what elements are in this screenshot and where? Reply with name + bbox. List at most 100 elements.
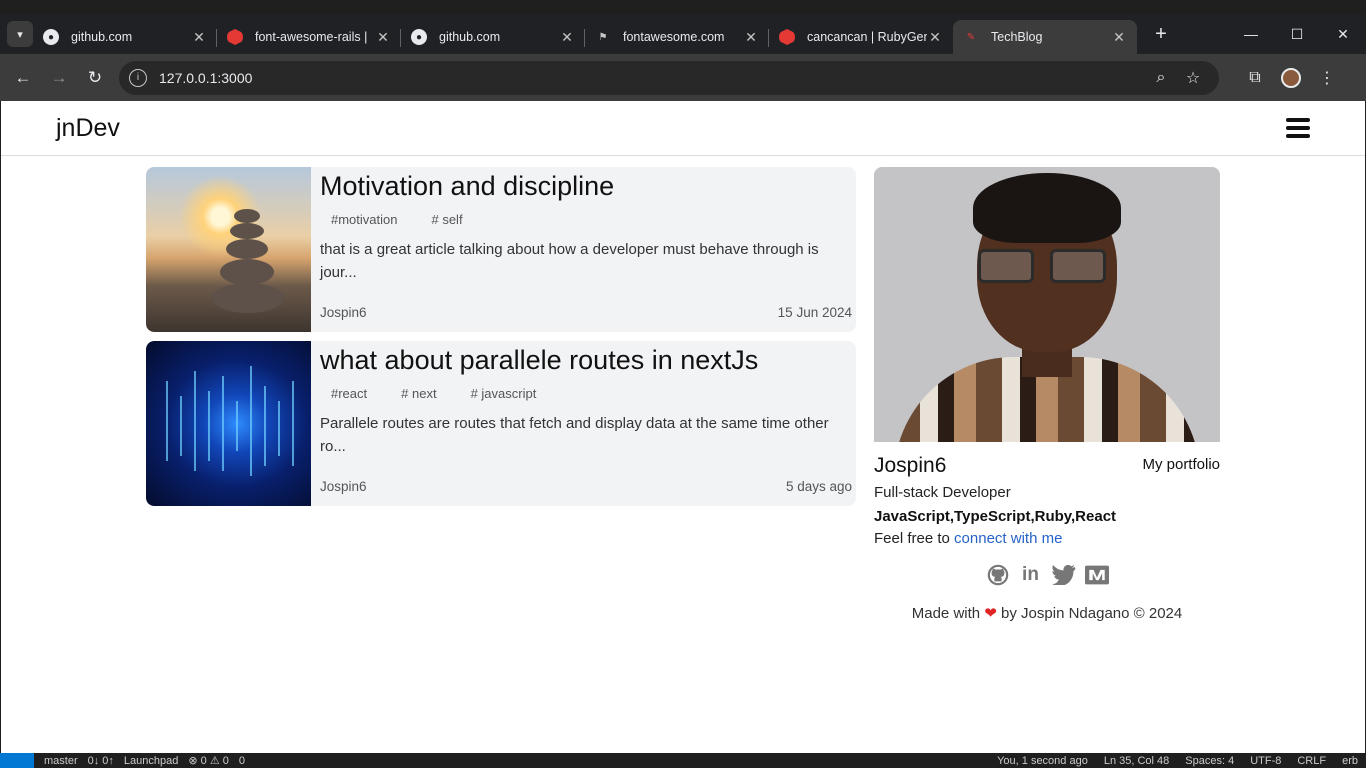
tab-font-awesome-rails[interactable]: font-awesome-rails | ✕ bbox=[217, 20, 401, 54]
hamburger-menu-icon[interactable] bbox=[1286, 118, 1310, 138]
footer-author: by Jospin Ndagano © 2024 bbox=[1001, 605, 1183, 622]
flag-icon: ⚑ bbox=[598, 31, 608, 43]
blame-indicator[interactable]: You, 1 second ago bbox=[997, 755, 1088, 767]
close-icon[interactable]: ✕ bbox=[375, 29, 391, 46]
reload-icon[interactable]: ↻ bbox=[77, 60, 113, 96]
ports-indicator[interactable]: 0 bbox=[239, 755, 245, 767]
tab-title: fontawesome.com bbox=[623, 30, 725, 44]
post-author: Jospin6 bbox=[320, 479, 367, 494]
post-body: what about parallele routes in nextJs #r… bbox=[311, 341, 856, 506]
profile-photo bbox=[874, 167, 1220, 442]
post-meta: Jospin6 15 Jun 2024 bbox=[320, 305, 852, 320]
remote-indicator[interactable] bbox=[0, 753, 34, 768]
post-excerpt: that is a great article talking about ho… bbox=[320, 241, 819, 281]
tab-strip: ▾ ● github.com ✕ font-awesome-rails | ✕ … bbox=[0, 14, 1366, 54]
post-date: 5 days ago bbox=[785, 479, 852, 494]
problems-indicator[interactable]: ⊗ 0 ⚠ 0 bbox=[188, 754, 228, 767]
heart-icon: ❤ bbox=[984, 605, 997, 622]
tab-title: TechBlog bbox=[991, 30, 1043, 44]
close-window-icon[interactable]: ✕ bbox=[1320, 14, 1366, 54]
post-author: Jospin6 bbox=[320, 305, 367, 320]
encoding[interactable]: UTF-8 bbox=[1250, 755, 1281, 767]
tab-title: github.com bbox=[71, 30, 133, 44]
extensions-icon[interactable]: ⧉ bbox=[1237, 69, 1273, 87]
post-thumbnail-stones[interactable] bbox=[146, 167, 311, 332]
toolbar-actions: ⧉ ⋮ bbox=[1237, 67, 1345, 88]
cursor-position[interactable]: Ln 35, Col 48 bbox=[1104, 755, 1169, 767]
techblog-icon: ✎ bbox=[966, 31, 976, 43]
profile-skills: JavaScript,TypeScript,Ruby,React bbox=[874, 508, 1117, 525]
linkedin-icon[interactable]: in bbox=[1019, 563, 1043, 587]
ruby-gems-icon bbox=[227, 29, 243, 45]
window-top-edge bbox=[0, 0, 1366, 14]
post-tags: #motivation # self bbox=[320, 212, 852, 227]
post-title[interactable]: what about parallele routes in nextJs bbox=[320, 343, 852, 377]
profile-role: Full-stack Developer bbox=[874, 484, 1011, 501]
portfolio-link[interactable]: My portfolio bbox=[1142, 456, 1220, 473]
language-mode[interactable]: erb bbox=[1342, 755, 1358, 767]
ruby-gems-icon bbox=[779, 29, 795, 45]
post-meta: Jospin6 5 days ago bbox=[320, 479, 852, 494]
new-tab-button[interactable]: + bbox=[1143, 23, 1179, 46]
tab-title: github.com bbox=[439, 30, 501, 44]
site-info-icon[interactable]: i bbox=[129, 68, 147, 87]
git-sync[interactable]: 0↓ 0↑ bbox=[88, 755, 114, 767]
tab-fontawesome[interactable]: ⚑ fontawesome.com ✕ bbox=[585, 20, 769, 54]
tab-cancancan[interactable]: cancancan | RubyGem ✕ bbox=[769, 20, 953, 54]
bookmark-star-icon[interactable]: ☆ bbox=[1177, 68, 1209, 88]
footer-credit: Made with ❤ by Jospin Ndagano © 2024 bbox=[874, 604, 1220, 622]
chevron-down-icon: ▾ bbox=[17, 28, 23, 41]
tag[interactable]: # next bbox=[390, 386, 447, 401]
web-page: jnDev Motivation and discipline #motivat… bbox=[1, 101, 1365, 753]
site-navbar: jnDev bbox=[1, 101, 1365, 156]
git-branch[interactable]: master bbox=[44, 755, 78, 767]
minimize-icon[interactable]: — bbox=[1228, 14, 1274, 54]
browser-toolbar: ← → ↻ i 127.0.0.1:3000 ⌕ ☆ ⧉ ⋮ bbox=[0, 54, 1366, 101]
tag[interactable]: #motivation bbox=[320, 212, 408, 227]
address-bar[interactable]: i 127.0.0.1:3000 ⌕ ☆ bbox=[119, 60, 1219, 95]
close-icon[interactable]: ✕ bbox=[927, 29, 943, 46]
editor-status-bar: master 0↓ 0↑ Launchpad ⊗ 0 ⚠ 0 0 You, 1 … bbox=[0, 753, 1366, 768]
status-right: You, 1 second ago Ln 35, Col 48 Spaces: … bbox=[989, 755, 1366, 767]
tab-techblog[interactable]: ✎ TechBlog ✕ bbox=[953, 20, 1137, 54]
indentation[interactable]: Spaces: 4 bbox=[1185, 755, 1234, 767]
close-icon[interactable]: ✕ bbox=[191, 29, 207, 46]
tab-title: font-awesome-rails | bbox=[255, 30, 368, 44]
tab-title: cancancan | RubyGem bbox=[807, 30, 927, 44]
tab-github-2[interactable]: ● github.com ✕ bbox=[401, 20, 585, 54]
address-url[interactable]: 127.0.0.1:3000 bbox=[159, 70, 1145, 86]
back-icon[interactable]: ← bbox=[5, 60, 41, 96]
close-icon[interactable]: ✕ bbox=[743, 29, 759, 46]
tag[interactable]: #react bbox=[320, 386, 378, 401]
menu-kebab-icon[interactable]: ⋮ bbox=[1309, 68, 1345, 88]
tag[interactable]: # javascript bbox=[460, 386, 548, 401]
launchpad-button[interactable]: Launchpad bbox=[124, 755, 178, 767]
github-icon[interactable] bbox=[986, 563, 1010, 587]
close-icon[interactable]: ✕ bbox=[1111, 29, 1127, 46]
profile-sidebar: Jospin6 My portfolio Full-stack Develope… bbox=[874, 167, 1220, 622]
medium-icon[interactable] bbox=[1084, 563, 1109, 587]
profile-avatar[interactable] bbox=[1281, 67, 1301, 88]
window-controls: — ☐ ✕ bbox=[1228, 14, 1366, 54]
connect-link[interactable]: connect with me bbox=[954, 530, 1062, 547]
site-brand[interactable]: jnDev bbox=[56, 114, 120, 143]
social-links: in bbox=[874, 563, 1220, 587]
maximize-icon[interactable]: ☐ bbox=[1274, 14, 1320, 54]
twitter-icon[interactable] bbox=[1051, 563, 1076, 587]
forward-icon[interactable]: → bbox=[41, 60, 77, 96]
line-endings[interactable]: CRLF bbox=[1297, 755, 1326, 767]
post-card[interactable]: what about parallele routes in nextJs #r… bbox=[146, 341, 856, 506]
github-icon: ● bbox=[43, 29, 59, 45]
tab-github-1[interactable]: ● github.com ✕ bbox=[33, 20, 217, 54]
made-with-text: Made with bbox=[911, 605, 981, 622]
close-icon[interactable]: ✕ bbox=[559, 29, 575, 46]
profile-name: Jospin6 bbox=[874, 454, 947, 477]
post-thumbnail-tech[interactable] bbox=[146, 341, 311, 506]
post-title[interactable]: Motivation and discipline bbox=[320, 169, 852, 203]
tag[interactable]: # self bbox=[420, 212, 473, 227]
zoom-icon[interactable]: ⌕ bbox=[1145, 69, 1177, 87]
post-excerpt: Parallele routes are routes that fetch a… bbox=[320, 415, 829, 455]
post-card[interactable]: Motivation and discipline #motivation # … bbox=[146, 167, 856, 332]
post-tags: #react # next # javascript bbox=[320, 386, 852, 401]
tab-search-button[interactable]: ▾ bbox=[7, 21, 33, 47]
